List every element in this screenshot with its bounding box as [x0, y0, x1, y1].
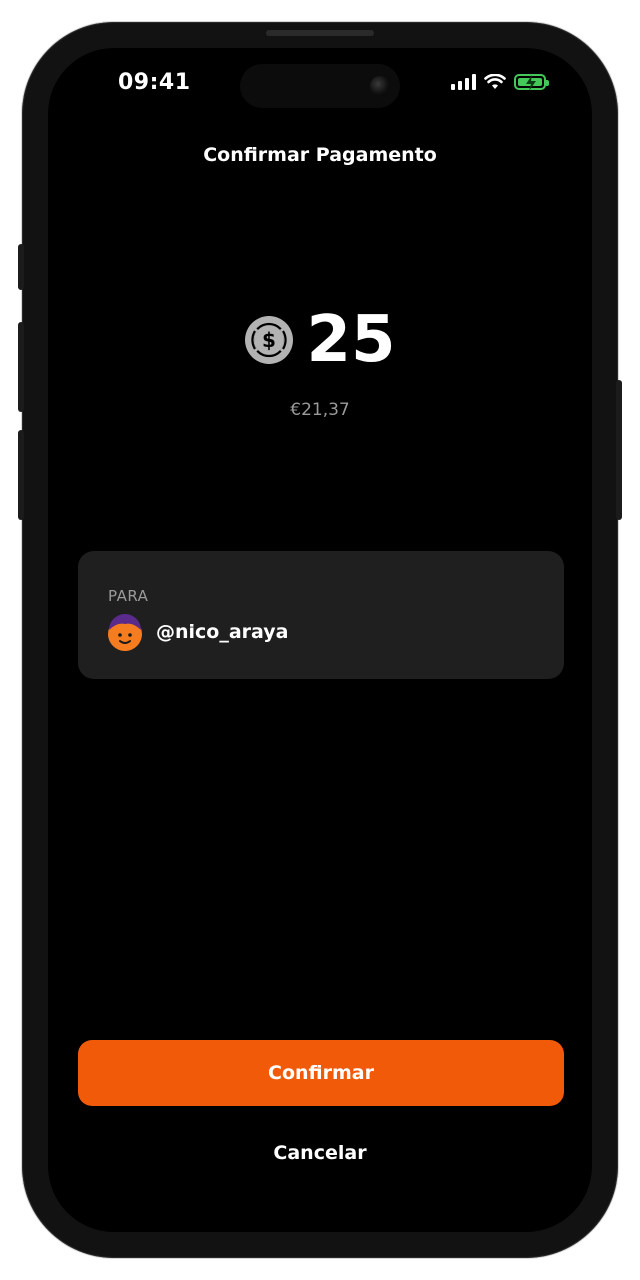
page-title: Confirmar Pagamento	[203, 144, 437, 166]
recipient-card: PARA @nico_araya	[78, 551, 564, 679]
battery-charging-icon	[514, 74, 549, 91]
signal-icon	[451, 74, 476, 90]
cancel-button[interactable]: Cancelar	[48, 1142, 592, 1164]
power-button	[616, 380, 622, 520]
avatar-icon	[108, 614, 142, 651]
side-button	[18, 244, 24, 290]
payment-amount: 25	[306, 303, 396, 377]
fiat-equivalent: €21,37	[290, 400, 350, 420]
dynamic-island	[240, 64, 400, 108]
status-time: 09:41	[118, 70, 191, 95]
recipient-label: PARA	[108, 587, 149, 605]
recipient-handle: @nico_araya	[156, 621, 289, 643]
camera-icon	[370, 76, 390, 96]
volume-down-button	[18, 430, 24, 520]
recipient-row: @nico_araya	[106, 613, 289, 651]
wifi-icon	[484, 74, 506, 89]
volume-up-button	[18, 322, 24, 412]
svg-text:$: $	[263, 328, 277, 352]
speaker-grille	[266, 30, 374, 36]
usd-coin-icon: $	[245, 316, 294, 364]
status-icons	[451, 74, 549, 91]
amount-display: $ 25	[48, 308, 592, 372]
app-screen: 09:41 Confirmar Pagamento $ 25 €21,37 PA…	[48, 48, 592, 1232]
confirm-button[interactable]: Confirmar	[78, 1040, 564, 1106]
